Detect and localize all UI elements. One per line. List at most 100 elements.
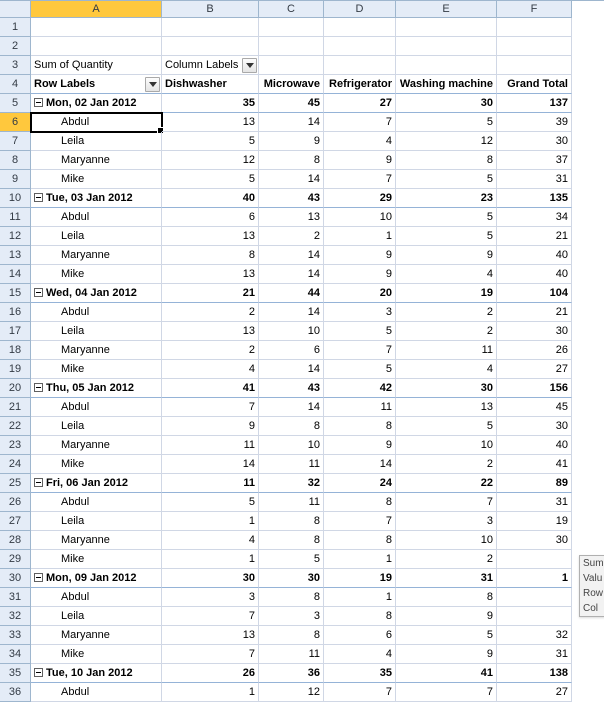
cell-B34[interactable]: 7	[162, 645, 259, 664]
collapse-icon[interactable]	[34, 478, 43, 487]
col-header-F[interactable]: F	[497, 1, 572, 18]
cell-A36[interactable]: Abdul	[31, 683, 162, 702]
cell-B27[interactable]: 1	[162, 512, 259, 531]
cell-A21[interactable]: Abdul	[31, 398, 162, 417]
cell-C7[interactable]: 9	[259, 132, 324, 151]
cell-F18[interactable]: 26	[497, 341, 572, 360]
cell-A33[interactable]: Maryanne	[31, 626, 162, 645]
cell-A15[interactable]: Wed, 04 Jan 2012	[31, 284, 162, 303]
cell-C18[interactable]: 6	[259, 341, 324, 360]
cell-B10[interactable]: 40	[162, 189, 259, 208]
cell-C10[interactable]: 43	[259, 189, 324, 208]
cell-D29[interactable]: 1	[324, 550, 396, 569]
cell-B16[interactable]: 2	[162, 303, 259, 322]
cell-A25[interactable]: Fri, 06 Jan 2012	[31, 474, 162, 493]
cell-D8[interactable]: 9	[324, 151, 396, 170]
collapse-icon[interactable]	[34, 288, 43, 297]
cell-E8[interactable]: 8	[396, 151, 497, 170]
cell-C32[interactable]: 3	[259, 607, 324, 626]
filter-dropdown-icon[interactable]	[242, 58, 257, 73]
cell-E9[interactable]: 5	[396, 170, 497, 189]
cell-A26[interactable]: Abdul	[31, 493, 162, 512]
row-header-29[interactable]: 29	[0, 550, 31, 569]
cell-F29[interactable]	[497, 550, 572, 569]
row-header-17[interactable]: 17	[0, 322, 31, 341]
cell-F24[interactable]: 41	[497, 455, 572, 474]
row-header-10[interactable]: 10	[0, 189, 31, 208]
cell-E27[interactable]: 3	[396, 512, 497, 531]
row-header-30[interactable]: 30	[0, 569, 31, 588]
cell-A5[interactable]: Mon, 02 Jan 2012	[31, 94, 162, 113]
cell-F7[interactable]: 30	[497, 132, 572, 151]
cell-D5[interactable]: 27	[324, 94, 396, 113]
cell-A28[interactable]: Maryanne	[31, 531, 162, 550]
cell-B36[interactable]: 1	[162, 683, 259, 702]
cell-B8[interactable]: 12	[162, 151, 259, 170]
cell-B30[interactable]: 30	[162, 569, 259, 588]
cell-A17[interactable]: Leila	[31, 322, 162, 341]
cell-D23[interactable]: 9	[324, 436, 396, 455]
cell-E4[interactable]: Washing machine	[396, 75, 497, 94]
row-header-31[interactable]: 31	[0, 588, 31, 607]
cell-C28[interactable]: 8	[259, 531, 324, 550]
cell-F33[interactable]: 32	[497, 626, 572, 645]
cell-F27[interactable]: 19	[497, 512, 572, 531]
cell-A3[interactable]: Sum of Quantity	[31, 56, 162, 75]
collapse-icon[interactable]	[34, 668, 43, 677]
cell-D4[interactable]: Refrigerator	[324, 75, 396, 94]
cell-B28[interactable]: 4	[162, 531, 259, 550]
cell-E32[interactable]: 9	[396, 607, 497, 626]
row-header-15[interactable]: 15	[0, 284, 31, 303]
cell-E13[interactable]: 9	[396, 246, 497, 265]
cell-D31[interactable]: 1	[324, 588, 396, 607]
collapse-icon[interactable]	[34, 98, 43, 107]
cell-C20[interactable]: 43	[259, 379, 324, 398]
cell-C23[interactable]: 10	[259, 436, 324, 455]
cell-F20[interactable]: 156	[497, 379, 572, 398]
cell-A31[interactable]: Abdul	[31, 588, 162, 607]
row-header-32[interactable]: 32	[0, 607, 31, 626]
row-header-25[interactable]: 25	[0, 474, 31, 493]
cell-D9[interactable]: 7	[324, 170, 396, 189]
cell-B2[interactable]	[162, 37, 259, 56]
row-header-14[interactable]: 14	[0, 265, 31, 284]
cell-A16[interactable]: Abdul	[31, 303, 162, 322]
row-header-6[interactable]: 6	[0, 113, 31, 132]
cell-D36[interactable]: 7	[324, 683, 396, 702]
cell-B12[interactable]: 13	[162, 227, 259, 246]
cell-E19[interactable]: 4	[396, 360, 497, 379]
cell-A7[interactable]: Leila	[31, 132, 162, 151]
row-header-26[interactable]: 26	[0, 493, 31, 512]
cell-A32[interactable]: Leila	[31, 607, 162, 626]
cell-F11[interactable]: 34	[497, 208, 572, 227]
cell-C9[interactable]: 14	[259, 170, 324, 189]
cell-F5[interactable]: 137	[497, 94, 572, 113]
cell-B31[interactable]: 3	[162, 588, 259, 607]
cell-E10[interactable]: 23	[396, 189, 497, 208]
cell-D7[interactable]: 4	[324, 132, 396, 151]
cell-F14[interactable]: 40	[497, 265, 572, 284]
cell-D3[interactable]	[324, 56, 396, 75]
cell-B21[interactable]: 7	[162, 398, 259, 417]
cell-F8[interactable]: 37	[497, 151, 572, 170]
cell-E29[interactable]: 2	[396, 550, 497, 569]
row-header-22[interactable]: 22	[0, 417, 31, 436]
row-header-28[interactable]: 28	[0, 531, 31, 550]
cell-A2[interactable]	[31, 37, 162, 56]
cell-C16[interactable]: 14	[259, 303, 324, 322]
cell-F25[interactable]: 89	[497, 474, 572, 493]
col-header-B[interactable]: B	[162, 1, 259, 18]
cell-F12[interactable]: 21	[497, 227, 572, 246]
cell-A30[interactable]: Mon, 09 Jan 2012	[31, 569, 162, 588]
cell-E14[interactable]: 4	[396, 265, 497, 284]
cell-E2[interactable]	[396, 37, 497, 56]
cell-A13[interactable]: Maryanne	[31, 246, 162, 265]
cell-F19[interactable]: 27	[497, 360, 572, 379]
cell-E17[interactable]: 2	[396, 322, 497, 341]
row-header-8[interactable]: 8	[0, 151, 31, 170]
cell-E23[interactable]: 10	[396, 436, 497, 455]
cell-D24[interactable]: 14	[324, 455, 396, 474]
cell-E16[interactable]: 2	[396, 303, 497, 322]
cell-D10[interactable]: 29	[324, 189, 396, 208]
cell-D34[interactable]: 4	[324, 645, 396, 664]
